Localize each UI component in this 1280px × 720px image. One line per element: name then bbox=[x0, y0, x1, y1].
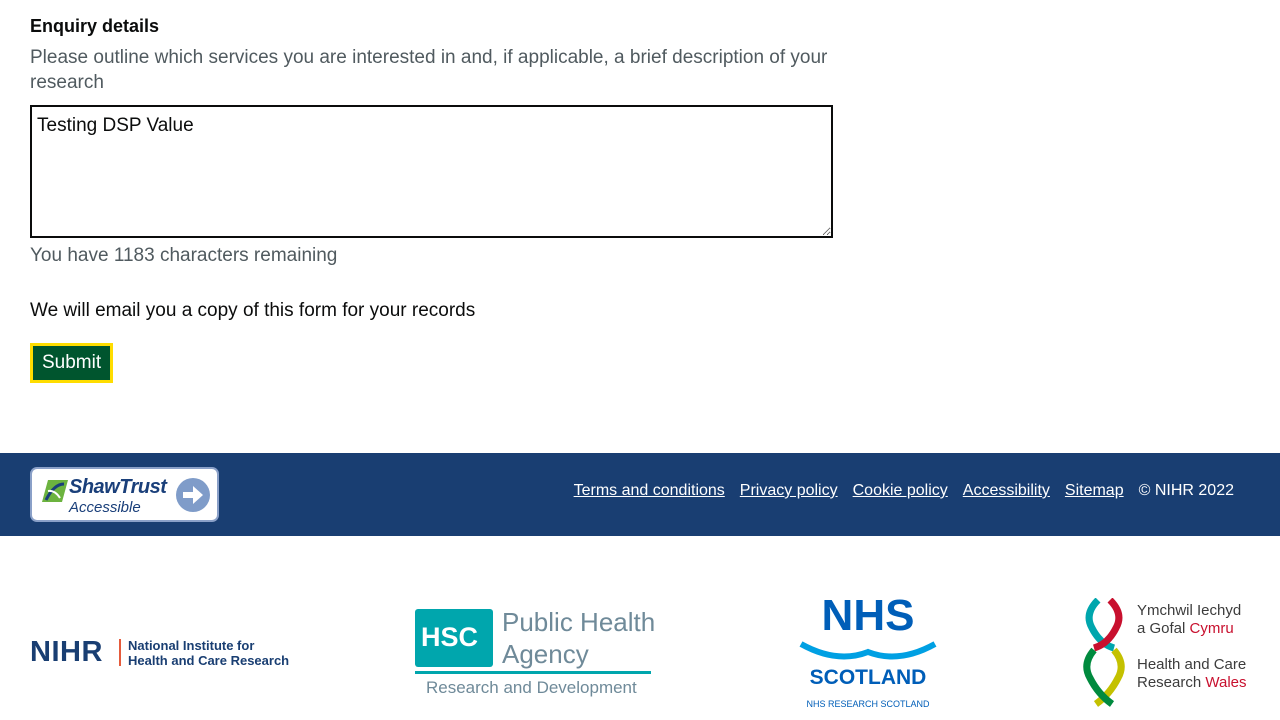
hsc-name: Public Health Agency bbox=[502, 606, 655, 670]
terms-link[interactable]: Terms and conditions bbox=[574, 482, 725, 500]
nhs-saltire-swoosh-icon bbox=[799, 641, 937, 660]
accessibility-link[interactable]: Accessibility bbox=[963, 482, 1050, 500]
hcrw-line3: Health and Care bbox=[1137, 656, 1247, 673]
nhs-scotland-logo: NHS SCOTLAND NHS RESEARCH SCOTLAND bbox=[797, 594, 939, 712]
hsc-line3: Research and Development bbox=[426, 678, 637, 697]
shaw-trust-sub: Accessible bbox=[69, 499, 141, 516]
nhs-mark: NHS bbox=[821, 591, 915, 640]
shaw-trust-leaf-icon bbox=[42, 480, 68, 502]
hcrw-line2a: a Gofal bbox=[1137, 620, 1190, 637]
nihr-logo: NIHR National Institute for Health and C… bbox=[30, 636, 289, 670]
footer: ShawTrust Accessible Terms and condition… bbox=[0, 453, 1280, 536]
enquiry-textarea-wrapper: Testing DSP Value bbox=[30, 105, 833, 238]
nhs-region: SCOTLAND bbox=[809, 666, 927, 689]
nhs-sub: NHS RESEARCH SCOTLAND bbox=[806, 699, 930, 709]
hsc-line2: Agency bbox=[502, 639, 589, 669]
nihr-line1: National Institute for bbox=[128, 638, 255, 653]
enquiry-details-label: Enquiry details bbox=[30, 16, 160, 36]
enquiry-details-hint: Please outline which services you are in… bbox=[30, 47, 828, 93]
health-care-research-wales-logo: Ymchwil Iechyd a Gofal Cymru Health and … bbox=[1080, 598, 1255, 708]
hcrw-line2b: Cymru bbox=[1189, 620, 1234, 637]
hcrw-line4a: Research bbox=[1137, 674, 1206, 691]
email-copy-note: We will email you a copy of this form fo… bbox=[30, 300, 476, 321]
hsc-box-text: HSC bbox=[421, 622, 479, 652]
privacy-link[interactable]: Privacy policy bbox=[740, 482, 838, 500]
hsc-box: HSC bbox=[415, 609, 493, 667]
enquiry-form: Enquiry details Please outline which ser… bbox=[30, 14, 840, 383]
nihr-divider bbox=[119, 639, 121, 666]
footer-links: Terms and conditions Privacy policy Cook… bbox=[559, 482, 1234, 500]
hcrw-line4: Research Wales bbox=[1137, 674, 1247, 692]
submit-button[interactable]: Submit bbox=[30, 343, 114, 383]
hcrw-helix-icon bbox=[1083, 598, 1125, 707]
character-count: You have 1183 characters remaining bbox=[30, 245, 338, 266]
cookie-link[interactable]: Cookie policy bbox=[853, 482, 948, 500]
copyright: © NIHR 2022 bbox=[1138, 482, 1234, 499]
sitemap-link[interactable]: Sitemap bbox=[1065, 482, 1124, 500]
shaw-trust-accessible-badge[interactable]: ShawTrust Accessible bbox=[30, 467, 219, 522]
hsc-line1: Public Health bbox=[502, 607, 656, 637]
nihr-line2: Health and Care Research bbox=[128, 653, 290, 668]
hsc-rule bbox=[415, 671, 651, 674]
hsc-public-health-agency-logo: HSC Public Health Agency Research and De… bbox=[415, 606, 655, 698]
nihr-mark: NIHR bbox=[30, 636, 103, 668]
hcrw-line1: Ymchwil Iechyd bbox=[1137, 602, 1242, 619]
hcrw-line4b: Wales bbox=[1205, 674, 1247, 691]
partner-logos: NIHR National Institute for Health and C… bbox=[0, 536, 1280, 720]
enquiry-details-textarea[interactable]: Testing DSP Value bbox=[30, 105, 833, 238]
nihr-name: National Institute for Health and Care R… bbox=[128, 638, 289, 668]
arrow-right-icon bbox=[176, 478, 210, 512]
shaw-trust-brand: ShawTrust bbox=[69, 476, 167, 498]
hcrw-line2: a Gofal Cymru bbox=[1137, 620, 1234, 638]
